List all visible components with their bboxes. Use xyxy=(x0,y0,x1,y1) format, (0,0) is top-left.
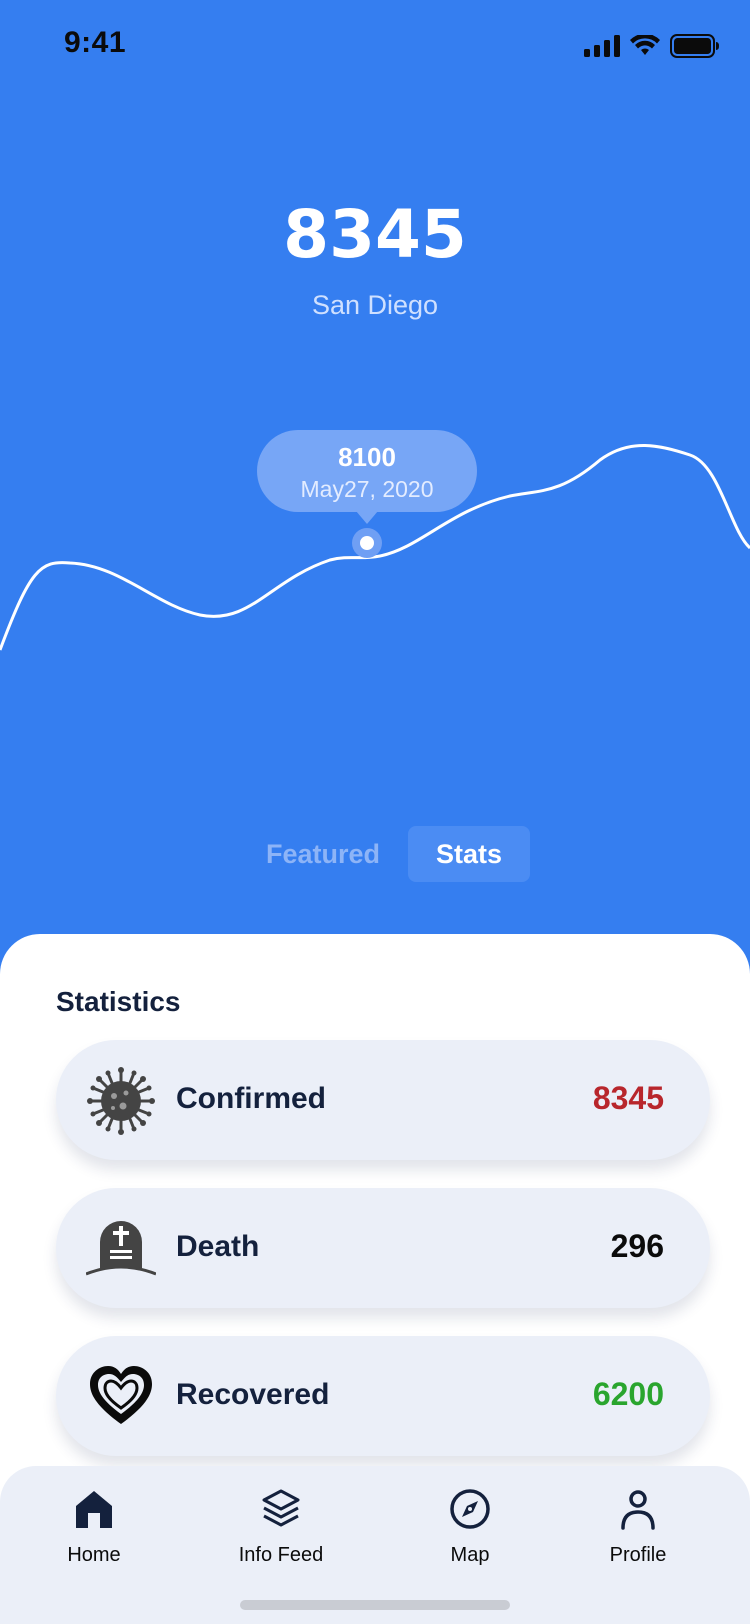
tab-bar-info-feed-label: Info Feed xyxy=(238,1544,324,1566)
status-bar: 9:41 xyxy=(0,0,750,92)
stat-label-recovered: Recovered xyxy=(176,1378,330,1411)
wifi-icon xyxy=(630,35,660,55)
stat-value-death: 296 xyxy=(610,1228,664,1264)
stat-value-recovered: 6200 xyxy=(592,1376,664,1412)
hero-city-name: San Diego xyxy=(311,290,439,320)
tooltip-value: 8100 xyxy=(338,442,396,472)
battery-icon xyxy=(670,34,719,58)
tab-bar-info-feed[interactable]: Info Feed xyxy=(201,1488,361,1567)
tab-bar-profile[interactable]: Profile xyxy=(558,1488,718,1567)
stat-label-death: Death xyxy=(176,1230,260,1263)
status-icons xyxy=(584,34,720,58)
tab-bar-home-label: Home xyxy=(67,1544,121,1566)
layers-icon xyxy=(262,1489,300,1527)
hero-total-value: 8345 xyxy=(283,196,467,273)
stat-card-confirmed[interactable]: Confirmed 8345 xyxy=(56,1040,710,1160)
heart-icon xyxy=(90,1366,152,1424)
tombstone-icon xyxy=(86,1221,156,1276)
status-time: 9:41 xyxy=(64,26,127,59)
home-icon xyxy=(76,1491,112,1528)
stat-value-confirmed: 8345 xyxy=(592,1080,664,1116)
tab-bar-profile-label: Profile xyxy=(609,1544,667,1566)
profile-icon xyxy=(621,1490,655,1530)
selected-point xyxy=(360,536,374,550)
section-title: Statistics xyxy=(56,986,181,1017)
view-toggle: Featured Stats xyxy=(246,826,531,882)
tab-bar-map-label: Map xyxy=(450,1544,490,1566)
tooltip-date: May27, 2020 xyxy=(300,476,434,502)
home-indicator xyxy=(240,1600,510,1610)
stat-card-recovered[interactable]: Recovered 6200 xyxy=(56,1336,710,1456)
tab-featured[interactable]: Featured xyxy=(246,826,400,882)
signal-icon xyxy=(584,35,620,57)
virus-icon xyxy=(87,1067,155,1135)
stat-label-confirmed: Confirmed xyxy=(176,1082,326,1115)
stat-card-death[interactable]: Death 296 xyxy=(56,1188,710,1308)
tab-stats[interactable]: Stats xyxy=(408,826,531,882)
bottom-tab-bar: Home Info Feed Map Profile xyxy=(0,1466,750,1624)
chart-tooltip: 8100 May27, 2020 xyxy=(257,430,477,524)
tab-bar-home[interactable]: Home xyxy=(14,1488,174,1567)
tab-bar-map[interactable]: Map xyxy=(390,1488,550,1567)
compass-icon xyxy=(450,1489,490,1529)
